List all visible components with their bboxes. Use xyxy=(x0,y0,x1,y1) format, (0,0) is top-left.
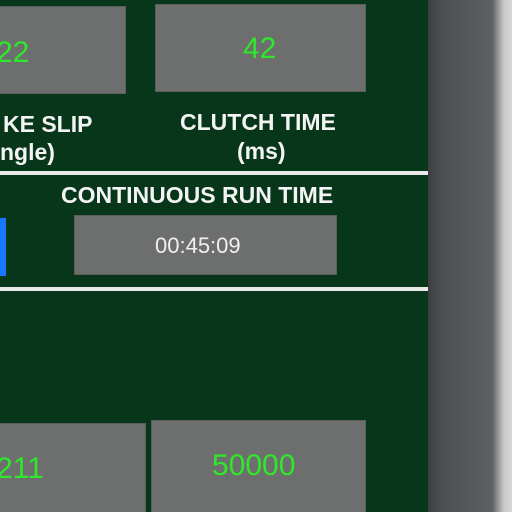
bottom-right-value: 50000 xyxy=(212,449,296,482)
brake-slip-value: 22 xyxy=(0,36,30,69)
device-bezel xyxy=(428,0,512,512)
run-time-label: CONTINUOUS RUN TIME xyxy=(61,182,334,208)
section-divider-bottom xyxy=(0,287,428,291)
brake-slip-label: KE SLIP xyxy=(3,111,93,137)
run-time-value-box: 00:45:09 xyxy=(74,215,337,275)
run-time-value: 00:45:09 xyxy=(155,233,241,258)
bottom-left-value: 211 xyxy=(0,452,44,485)
brake-slip-unit: ngle) xyxy=(0,139,55,165)
bottom-left-value-box: 211 xyxy=(0,423,146,512)
dashboard-screen: 22 42 KE SLIP ngle) CLUTCH TIME (ms) CON… xyxy=(0,0,428,512)
clutch-time-value: 42 xyxy=(243,32,277,65)
bottom-right-value-box: 50000 xyxy=(151,420,366,512)
brake-slip-value-box: 22 xyxy=(0,6,126,94)
section-divider-top xyxy=(0,171,428,175)
clutch-time-value-box: 42 xyxy=(155,4,366,92)
clutch-time-label: CLUTCH TIME xyxy=(180,109,336,135)
status-indicator xyxy=(0,218,6,276)
clutch-time-unit: (ms) xyxy=(237,138,286,164)
